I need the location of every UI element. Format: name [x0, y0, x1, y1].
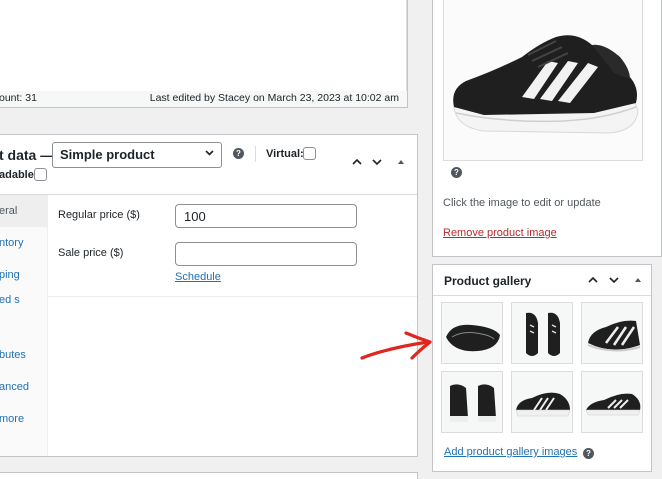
product-gallery-box: Product gallery Add product gallery imag… [432, 264, 652, 472]
move-down-icon[interactable] [608, 274, 620, 288]
product-data-header: t data — Simple product ? Virtual: adabl… [0, 135, 417, 195]
next-meta-box [0, 472, 418, 479]
tab-get-more[interactable]: more [0, 403, 47, 435]
gallery-thumbnail[interactable] [511, 302, 573, 364]
virtual-checkbox[interactable] [303, 147, 316, 160]
move-up-icon[interactable] [587, 274, 599, 288]
sneaker-angle-image [587, 320, 641, 352]
downloadable-checkbox[interactable] [34, 168, 47, 181]
sneaker-sole-image [446, 324, 500, 352]
sneaker-pair-image [526, 312, 560, 356]
last-edited-text: Last edited by Stacey on March 23, 2023 … [149, 92, 399, 104]
general-fields: Regular price ($) Sale price ($) Schedul… [48, 195, 417, 297]
help-icon[interactable]: ? [233, 148, 244, 159]
move-down-icon[interactable] [371, 156, 383, 170]
product-data-panel: t data — Simple product ? Virtual: adabl… [0, 134, 418, 457]
product-type-value: Simple product [60, 147, 155, 162]
gallery-thumbnail[interactable] [441, 302, 503, 364]
schedule-link[interactable]: Schedule [175, 271, 221, 283]
word-count: ount: 31 [0, 92, 37, 104]
toggle-panel-icon[interactable] [634, 274, 642, 288]
gallery-thumbnail[interactable] [581, 302, 643, 364]
tab-linked-products[interactable]: ed s [0, 291, 47, 325]
gallery-title: Product gallery [444, 274, 532, 288]
sale-price-input[interactable] [175, 242, 357, 266]
gallery-thumbnail[interactable] [511, 371, 573, 433]
downloadable-label: adable: [0, 169, 38, 181]
sneaker-image [444, 0, 642, 160]
sale-price-label: Sale price ($) [58, 247, 124, 259]
sneaker-heel-image [450, 384, 496, 422]
virtual-label: Virtual: [266, 148, 304, 160]
editor-status-bar: ount: 31 Last edited by Stacey on March … [0, 91, 407, 107]
annotation-arrow-icon [360, 331, 432, 360]
gallery-thumbnail[interactable] [581, 371, 643, 433]
tab-attributes[interactable]: butes [0, 339, 47, 371]
product-image[interactable] [443, 0, 643, 161]
tab-shipping[interactable]: ping [0, 259, 47, 291]
help-icon[interactable]: ? [583, 448, 594, 459]
move-up-icon[interactable] [351, 156, 363, 170]
editor-area[interactable] [0, 0, 407, 92]
gallery-header: Product gallery [433, 265, 651, 296]
content-editor[interactable]: ount: 31 Last edited by Stacey on March … [0, 0, 408, 108]
toggle-panel-icon[interactable] [397, 156, 405, 170]
regular-price-input[interactable] [175, 204, 357, 228]
gallery-thumbnail[interactable] [441, 371, 503, 433]
sneaker-profile-image [585, 393, 641, 416]
header-divider [255, 146, 256, 162]
regular-price-label: Regular price ($) [58, 209, 140, 221]
tab-advanced[interactable]: anced [0, 371, 47, 403]
help-icon[interactable]: ? [451, 167, 462, 178]
product-image-box: ? Click the image to edit or update Remo… [432, 0, 662, 257]
sneaker-side-image [515, 392, 571, 417]
product-data-tabs: eral ntory ping ed s butes anced more [0, 195, 48, 456]
tab-inventory[interactable]: ntory [0, 227, 47, 259]
product-data-title: t data — [0, 147, 55, 163]
tab-general[interactable]: eral [0, 195, 47, 227]
image-edit-hint: Click the image to edit or update [443, 197, 601, 209]
chevron-down-icon [204, 147, 215, 161]
product-type-select[interactable]: Simple product [52, 142, 222, 168]
add-gallery-images-link[interactable]: Add product gallery images [444, 446, 577, 458]
remove-product-image-link[interactable]: Remove product image [443, 227, 557, 239]
